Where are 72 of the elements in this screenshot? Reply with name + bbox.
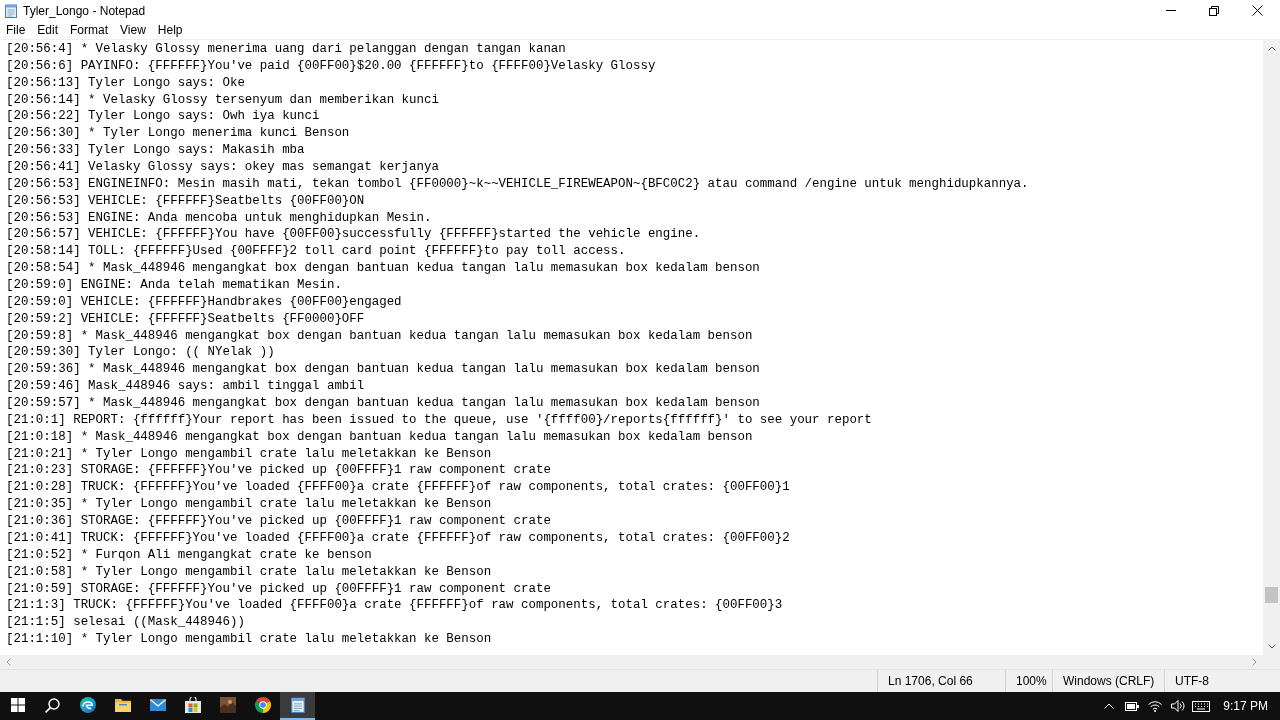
text-line: [20:59:0] ENGINE: Anda telah mematikan Mesin. — [6, 277, 342, 294]
text-line: [21:0:52] * Furqon Ali mengangkat crate ke benson — [6, 546, 372, 564]
close-icon — [1252, 5, 1263, 16]
text-line: [21:0:1] REPORT: {ffffff}Your report has been issued to the queue, use '{ffff00}/reports{ffffff}' to see your report — [6, 411, 872, 429]
windows-logo-icon — [10, 698, 25, 712]
menu-item[interactable]: Edit — [31, 21, 65, 39]
text-line: [20:56:53] ENGINE: Anda mencoba untuk menghidupkan Mesin. — [6, 209, 432, 227]
battery-icon[interactable] — [1124, 701, 1139, 711]
chevron-left-icon — [6, 658, 11, 666]
picture-tile-icon — [219, 697, 236, 713]
speaker-icon[interactable] — [1170, 700, 1185, 712]
chevron-up-icon — [1267, 46, 1276, 51]
text-line: [20:56:14] * Velasky Glossy tersenyum dan memberikan kunci — [6, 91, 439, 109]
minimize-icon — [1165, 10, 1176, 11]
text-line: [20:56:53] VEHICLE: {FFFFFF}Seatbelts {00FF00}ON — [6, 192, 365, 210]
menu-item[interactable]: Help — [151, 21, 189, 39]
text-line: [20:56:4] * Velasky Glossy menerima uang dari pelanggan dengan tangan kanan — [6, 41, 566, 58]
text-line: [20:56:13] Tyler Longo says: Oke — [6, 74, 245, 92]
wifi-icon[interactable] — [1147, 700, 1162, 712]
scrollbar-thumb[interactable] — [1265, 587, 1278, 603]
text-line: [20:59:0] VEHICLE: {FFFFFF}Handbrakes {00FF00}engaged — [6, 293, 402, 311]
text-line: [21:1:5] selesai ((Mask_448946)) — [6, 614, 245, 632]
text-line: [21:1:3] TRUCK: {FFFFFF}You've loaded {FFFF00}a crate {FFFFFF}of raw components, total crates: {00FF00}3 — [6, 597, 783, 615]
notepad-icon — [4, 3, 18, 18]
folder-icon — [114, 698, 131, 712]
taskbar-clock[interactable]: 9:17 PM — [1213, 699, 1280, 713]
text-line: [21:0:41] TRUCK: {FFFFFF}You've loaded {FFFF00}a crate {FFFFFF}of raw components, total crates: {00FF00}2 — [6, 529, 790, 547]
text-line: [20:56:6] PAYINFO: {FFFFFF}You've paid {00FF00}$20.00 {FFFFFF}to {FFFF00}Velasky Glossy — [6, 57, 656, 75]
text-line: [20:59:46] Mask_448946 says: ambil tinggal ambil — [6, 378, 365, 396]
text-line: [21:0:36] STORAGE: {FFFFFF}You've picked up {00FFFF}1 raw component crate — [6, 513, 551, 530]
text-line: [21:0:21] * Tyler Longo mengambil crate lalu meletakkan ke Benson — [6, 445, 492, 463]
menu-item[interactable]: View — [114, 21, 152, 39]
mail-icon — [149, 699, 166, 711]
menu-item[interactable]: File — [0, 21, 32, 39]
text-line: [20:58:54] * Mask_448946 mengangkat box dengan bantuan kedua tangan lalu memasukan box kedalam benson — [6, 260, 760, 278]
text-line: [20:58:14] TOLL: {FFFFFF}Used {00FFFF}2 toll card point {FFFFFF}to pay toll access. — [6, 243, 626, 261]
text-line: [20:56:33] Tyler Longo says: Makasih mba — [6, 142, 305, 159]
text-line: [20:59:2] VEHICLE: {FFFFFF}Seatbelts {FF0000}OFF — [6, 310, 365, 328]
notepad-icon — [289, 697, 306, 713]
text-line: [20:59:30] Tyler Longo: (( NYelak )) — [6, 344, 275, 362]
cursor-position: Ln 1706, Col 66 — [888, 674, 973, 688]
vertical-scrollbar[interactable] — [1263, 40, 1280, 655]
shopping-bag-icon — [184, 697, 201, 713]
zoom-level: 100% — [1016, 674, 1047, 688]
text-line: [21:0:18] * Mask_448946 mengangkat box dengan bantuan kedua tangan lalu memasukan box kedalam benson — [6, 428, 753, 446]
text-line: [20:56:53] ENGINEINFO: Mesin masih mati, tekan tombol {FF0000}~k~~VEHICLE_FIREWEAPON~{BFC0C2} atau command /engine untuk menghidupkannya. — [6, 175, 1029, 193]
text-line: [20:56:41] Velasky Glossy says: okey mas semangat kerjanya — [6, 159, 439, 176]
chevron-up-icon[interactable] — [1103, 703, 1114, 709]
line-ending: Windows (CRLF) — [1063, 674, 1155, 688]
text-line: [20:56:22] Tyler Longo says: Owh iya kunci — [6, 108, 320, 126]
tricolor-circle-icon — [254, 697, 271, 713]
chevron-down-icon — [1267, 644, 1276, 649]
text-line: [21:0:35] * Tyler Longo mengambil crate lalu meletakkan ke Benson — [6, 496, 492, 514]
text-line: [21:0:28] TRUCK: {FFFFFF}You've loaded {FFFF00}a crate {FFFFFF}of raw components, total crates: {00FF00}1 — [6, 479, 790, 497]
text-line: [20:56:30] * Tyler Longo menerima kunci Benson — [6, 125, 350, 143]
text-line: [21:1:10] * Tyler Longo mengambil crate lalu meletakkan ke Benson — [6, 631, 492, 648]
encoding: UTF-8 — [1175, 674, 1209, 688]
text-line: [20:59:36] * Mask_448946 mengangkat box dengan bantuan kedua tangan lalu memasukan box kedalam benson — [6, 361, 760, 379]
window-title: Tyler_Longo - Notepad — [23, 3, 146, 18]
search-icon — [45, 697, 60, 713]
swirl-icon — [79, 697, 96, 713]
keyboard-icon[interactable] — [1192, 700, 1211, 712]
chevron-right-icon — [1252, 658, 1257, 666]
text-line: [20:59:57] * Mask_448946 mengangkat box dengan bantuan kedua tangan lalu memasukan box kedalam benson — [6, 395, 760, 412]
text-line: [20:59:8] * Mask_448946 mengangkat box dengan bantuan kedua tangan lalu memasukan box kedalam benson — [6, 327, 753, 345]
menu-item[interactable]: Format — [64, 21, 115, 39]
text-line: [20:56:57] VEHICLE: {FFFFFF}You have {00FF00}successfully {FFFFFF}started the vehicle engine. — [6, 226, 701, 244]
text-line: [21:0:58] * Tyler Longo mengambil crate lalu meletakkan ke Benson — [6, 563, 492, 581]
restore-icon — [1208, 5, 1219, 16]
taskbar-button[interactable] — [280, 692, 315, 720]
text-line: [21:0:59] STORAGE: {FFFFFF}You've picked up {00FFFF}1 raw component crate — [6, 580, 551, 598]
text-line: [21:0:23] STORAGE: {FFFFFF}You've picked up {00FFFF}1 raw component crate — [6, 462, 551, 480]
